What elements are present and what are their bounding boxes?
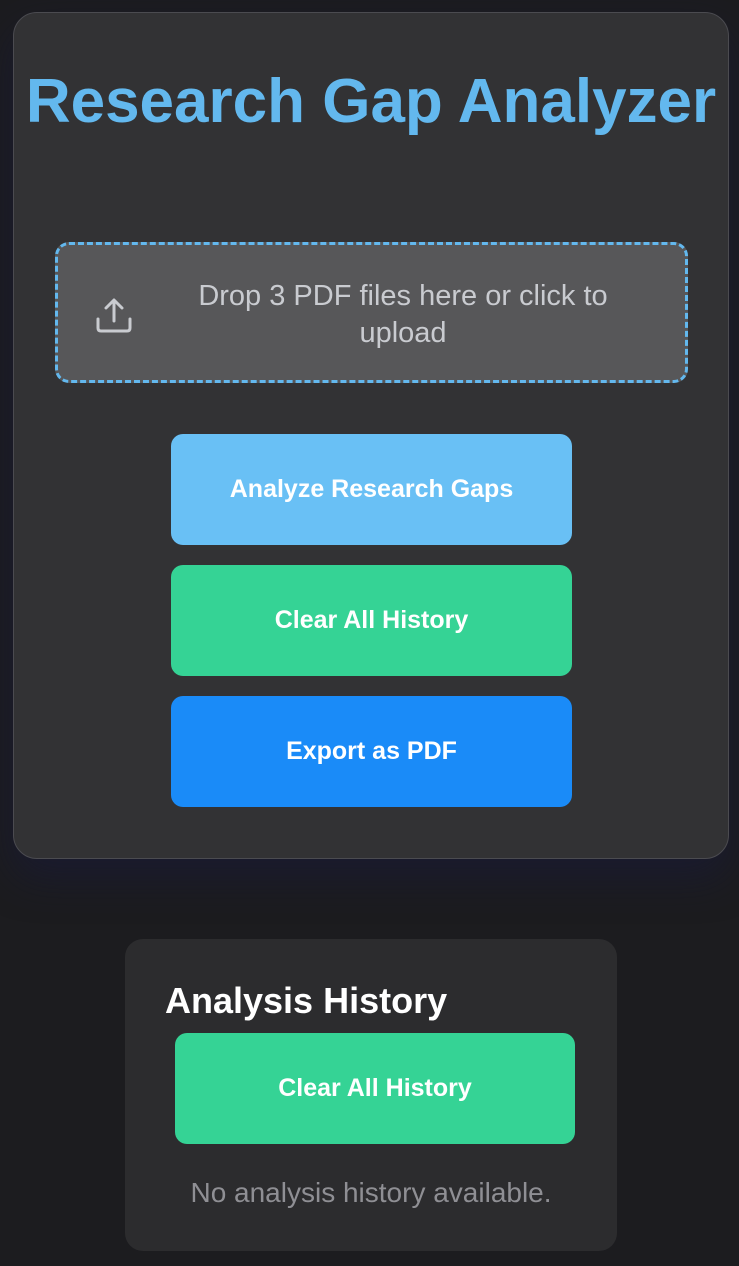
- history-title: Analysis History: [165, 980, 448, 1021]
- pdf-dropzone[interactable]: Drop 3 PDF files here or click to upload: [55, 242, 688, 383]
- history-clear-all-button[interactable]: Clear All History: [175, 1033, 575, 1144]
- page-title: Research Gap Analyzer: [25, 67, 717, 136]
- dropzone-instructions: Drop 3 PDF files here or click to upload: [198, 280, 608, 349]
- page: Research Gap Analyzer Drop 3 PDF files h…: [0, 0, 739, 1266]
- export-pdf-button[interactable]: Export as PDF: [171, 696, 572, 807]
- history-empty-message: No analysis history available.: [190, 1177, 552, 1208]
- analyzer-card: Research Gap Analyzer Drop 3 PDF files h…: [13, 12, 729, 859]
- clear-all-history-button[interactable]: Clear All History: [171, 565, 572, 676]
- upload-icon: [96, 298, 132, 333]
- analysis-history-panel: Analysis History Clear All History No an…: [125, 939, 617, 1251]
- analyze-research-gaps-button[interactable]: Analyze Research Gaps: [171, 434, 572, 545]
